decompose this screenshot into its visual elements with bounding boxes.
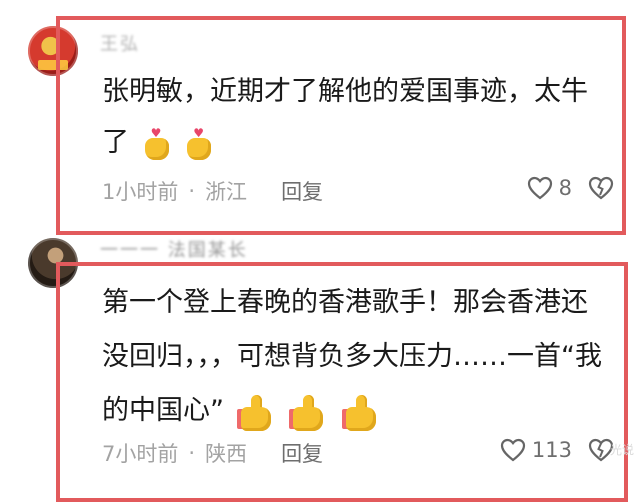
thumbs-up-emoji-icon — [289, 393, 329, 431]
thumbs-up-emoji-icon — [236, 393, 277, 431]
comment-text: 张明敏，近期才了解他的爱国事迹，太牛了 ♥ ♥ — [102, 66, 612, 168]
comment-item: 一一一 法国某长 第一个登上春晚的香港歌手！那会香港还没回归，，，可想背负多大压… — [0, 232, 640, 502]
comment-actions: 8 — [527, 176, 614, 200]
username[interactable]: 一一一 法国某长 — [100, 236, 248, 262]
like-count: 8 — [558, 176, 572, 200]
finger-heart-emoji-icon: ♥ — [184, 127, 214, 160]
heart-outline-icon — [527, 176, 553, 200]
comment-location: 浙江 — [205, 180, 248, 204]
meta-separator: · — [188, 179, 196, 203]
comment-item: 王弘 张明敏，近期才了解他的爱国事迹，太牛了 ♥ ♥ 1小时前 · 浙江 回复 … — [0, 0, 640, 235]
broken-heart-icon — [588, 176, 614, 200]
like-button[interactable]: 113 — [500, 438, 572, 462]
comment-actions: 113 — [500, 438, 614, 462]
comment-body: 张明敏，近期才了解他的爱国事迹，太牛了 — [102, 76, 588, 158]
comment-text: 第一个登上春晚的香港歌手！那会香港还没回归，，，可想背负多大压力……一首“我的中… — [102, 276, 612, 438]
finger-heart-emoji-icon: ♥ — [142, 127, 172, 160]
reply-button[interactable]: 回复 — [281, 176, 323, 206]
meta-separator: · — [188, 441, 196, 465]
watermark: 光说 — [609, 443, 634, 457]
comment-meta: 1小时前 · 浙江 回复 — [102, 176, 323, 206]
like-count: 113 — [531, 438, 572, 462]
heart-outline-icon — [500, 438, 526, 462]
thumbs-up-emoji-icon — [341, 393, 382, 431]
dislike-button[interactable] — [588, 176, 614, 200]
comment-time: 1小时前 — [102, 180, 179, 204]
like-button[interactable]: 8 — [527, 176, 572, 200]
